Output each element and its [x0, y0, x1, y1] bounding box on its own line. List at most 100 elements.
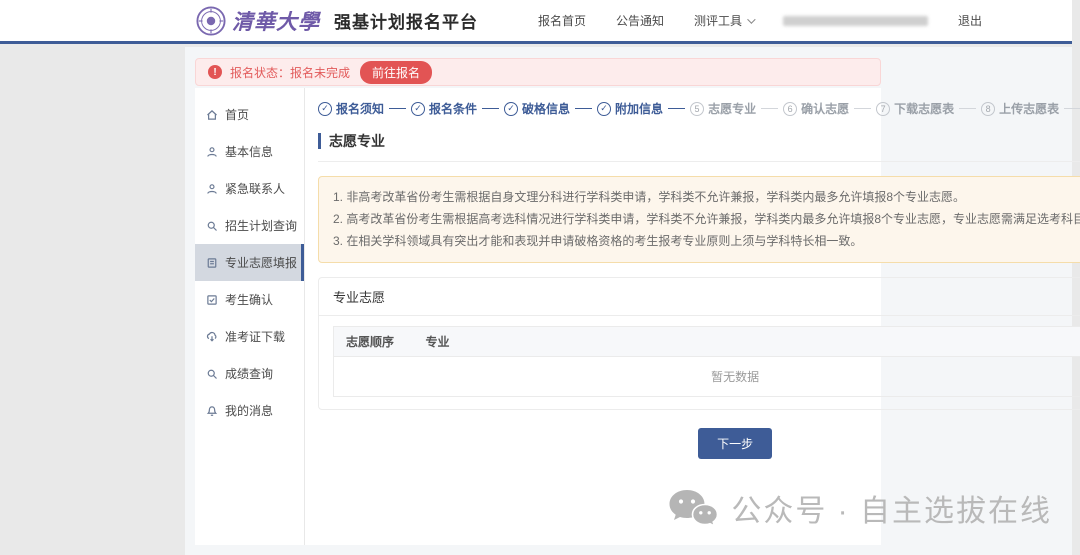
- sidebar-item-label: 考生确认: [225, 291, 273, 308]
- user-name-redacted: [783, 16, 928, 26]
- search-icon: [206, 220, 218, 232]
- sidebar-item-label: 紧急联系人: [225, 180, 285, 197]
- step-3: ✓ 破格信息: [504, 100, 570, 117]
- sidebar-item-ticket-download[interactable]: 准考证下载: [195, 318, 304, 355]
- sidebar-item-label: 成绩查询: [225, 365, 273, 382]
- top-header: 清華大學 强基计划报名平台 报名首页 公告通知 测评工具 退出: [0, 0, 1072, 44]
- user-icon: [206, 146, 218, 158]
- sidebar-item-candidate-confirm[interactable]: 考生确认: [195, 281, 304, 318]
- check-square-icon: [206, 294, 218, 306]
- step-1: ✓ 报名须知: [318, 100, 384, 117]
- step-label: 志愿专业: [708, 100, 756, 117]
- sidebar-item-label: 首页: [225, 106, 249, 123]
- sidebar-item-basic-info[interactable]: 基本信息: [195, 133, 304, 170]
- bell-icon: [206, 405, 218, 417]
- wechat-icon: [667, 488, 719, 528]
- chevron-down-icon: [747, 15, 755, 23]
- sidebar-item-label: 专业志愿填报: [225, 254, 297, 271]
- nav-home[interactable]: 报名首页: [538, 12, 586, 29]
- sidebar-item-major-preference[interactable]: 专业志愿填报: [195, 244, 304, 281]
- check-circle-icon: ✓: [597, 102, 611, 116]
- column-major: 专业: [414, 326, 1080, 356]
- step-4: ✓ 附加信息: [597, 100, 663, 117]
- sidebar-item-label: 准考证下载: [225, 328, 285, 345]
- preference-table: 志愿顺序 专业 操作 暂无数据: [333, 326, 1080, 397]
- logo: 清華大學: [196, 6, 320, 36]
- watermark: 公众号 · 自主选拔在线: [667, 486, 1052, 530]
- empty-state-text: 暂无数据: [334, 356, 1080, 396]
- step-5: 5 志愿专业: [690, 100, 756, 117]
- user-icon: [206, 183, 218, 195]
- nav-assessment-tools-label: 测评工具: [694, 12, 742, 29]
- cloud-download-icon: [206, 331, 218, 343]
- go-register-button[interactable]: 前往报名: [360, 61, 432, 84]
- main-card: 首页 基本信息 紧急联系人 招生计划查询 专业志愿填报 考生确认 准考证下载: [195, 88, 881, 545]
- check-circle-icon: ✓: [504, 102, 518, 116]
- step-connector: [1064, 108, 1080, 109]
- step-connector: [959, 108, 976, 109]
- step-connector: [575, 108, 592, 109]
- notice-box: 1. 非高考改革省份考生需根据自身文理分科进行学科类申请，学科类不允许兼报，学科…: [318, 176, 1080, 263]
- step-8: 8 上传志愿表: [981, 100, 1059, 117]
- sidebar-item-emergency-contact[interactable]: 紧急联系人: [195, 170, 304, 207]
- step-label: 报名条件: [429, 100, 477, 117]
- panel-body: 志愿顺序 专业 操作 暂无数据: [319, 316, 1080, 409]
- panel-title: 专业志愿: [333, 287, 385, 306]
- nav-announcements[interactable]: 公告通知: [616, 12, 664, 29]
- step-label: 报名须知: [336, 100, 384, 117]
- step-6: 6 确认志愿: [783, 100, 849, 117]
- tsinghua-seal-icon: [196, 6, 226, 36]
- platform-title: 强基计划报名平台: [334, 8, 478, 33]
- form-icon: [206, 257, 218, 269]
- registration-status-alert: ! 报名状态：报名未完成 前往报名: [195, 58, 881, 86]
- step-connector: [668, 108, 685, 109]
- table-empty-row: 暂无数据: [334, 356, 1080, 396]
- registration-status-text: 报名状态：报名未完成: [230, 64, 350, 81]
- check-circle-icon: ✓: [318, 102, 332, 116]
- main-content: ✓ 报名须知 ✓ 报名条件 ✓ 破格信息 ✓ 附加信息 5 志愿专业: [305, 88, 1080, 545]
- step-indicator: ✓ 报名须知 ✓ 报名条件 ✓ 破格信息 ✓ 附加信息 5 志愿专业: [318, 100, 1080, 117]
- notice-line: 1. 非高考改革省份考生需根据自身文理分科进行学科类申请，学科类不允许兼报，学科…: [333, 186, 1080, 208]
- sidebar-item-home[interactable]: 首页: [195, 96, 304, 133]
- exclamation-circle-icon: !: [208, 65, 222, 79]
- sidebar-item-label: 我的消息: [225, 402, 273, 419]
- step-number-circle: 5: [690, 102, 704, 116]
- watermark-text: 公众号 · 自主选拔在线: [731, 486, 1052, 530]
- sidebar-item-score-query[interactable]: 成绩查询: [195, 355, 304, 392]
- major-preference-panel: 专业志愿 添加 志愿顺序 专业 操作 暂无数据: [318, 277, 1080, 410]
- step-connector: [389, 108, 406, 109]
- nav-assessment-tools[interactable]: 测评工具: [694, 12, 753, 29]
- step-label: 确认志愿: [801, 100, 849, 117]
- next-step-button[interactable]: 下一步: [698, 428, 772, 459]
- notice-line: 2. 高考改革省份考生需根据高考选科情况进行学科类申请，学科类不允许兼报，学科类…: [333, 208, 1080, 230]
- step-7: 7 下载志愿表: [876, 100, 954, 117]
- step-label: 破格信息: [522, 100, 570, 117]
- page-title-bar: 志愿专业: [318, 131, 1080, 162]
- table-header-row: 志愿顺序 专业 操作: [334, 326, 1080, 356]
- sidebar-item-label: 基本信息: [225, 143, 273, 160]
- logout-link[interactable]: 退出: [958, 12, 982, 29]
- sidebar: 首页 基本信息 紧急联系人 招生计划查询 专业志愿填报 考生确认 准考证下载: [195, 88, 305, 545]
- step-label: 上传志愿表: [999, 100, 1059, 117]
- header-nav: 报名首页 公告通知 测评工具 退出: [508, 12, 982, 29]
- step-connector: [854, 108, 871, 109]
- sidebar-item-my-messages[interactable]: 我的消息: [195, 392, 304, 429]
- step-number-circle: 7: [876, 102, 890, 116]
- step-2: ✓ 报名条件: [411, 100, 477, 117]
- page-title: 志愿专业: [318, 133, 385, 149]
- panel-header: 专业志愿 添加: [319, 278, 1080, 316]
- column-order: 志愿顺序: [334, 326, 414, 356]
- step-connector: [482, 108, 499, 109]
- sidebar-item-admission-plan-query[interactable]: 招生计划查询: [195, 207, 304, 244]
- step-label: 附加信息: [615, 100, 663, 117]
- check-circle-icon: ✓: [411, 102, 425, 116]
- step-number-circle: 8: [981, 102, 995, 116]
- search-icon: [206, 368, 218, 380]
- step-number-circle: 6: [783, 102, 797, 116]
- step-label: 下载志愿表: [894, 100, 954, 117]
- notice-line: 3. 在相关学科领域具有突出才能和表现并申请破格资格的考生报考专业原则上须与学科…: [333, 230, 1080, 252]
- university-name: 清華大學: [232, 6, 320, 36]
- sidebar-item-label: 招生计划查询: [225, 217, 297, 234]
- step-connector: [761, 108, 778, 109]
- home-icon: [206, 109, 218, 121]
